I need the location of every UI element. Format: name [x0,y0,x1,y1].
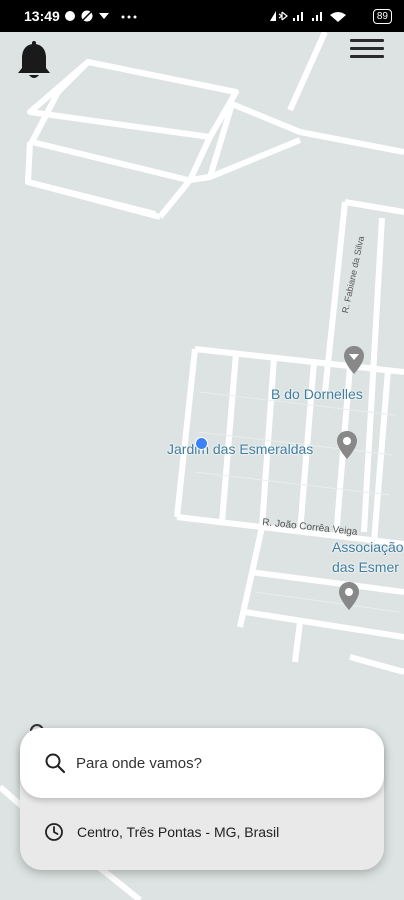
cell-signal-icon [311,18,314,21]
destination-search-input[interactable] [76,752,366,774]
status-bar: 13:49 89 [0,0,404,32]
nfc-icon [269,11,276,21]
cell-signal-icon [292,18,295,21]
clock-icon [45,823,63,841]
messenger-icon [65,11,75,21]
place-pin-icon[interactable] [336,430,358,460]
hamburger-menu-icon [350,39,384,42]
search-icon [45,753,66,774]
status-time: 13:49 [24,8,60,24]
destination-sheet: Centro, Três Pontas - MG, Brasil [20,728,384,870]
wifi-icon [329,12,346,22]
signal-app-icon [99,13,109,19]
place-pin-icon[interactable] [343,345,365,375]
current-location-dot [195,437,208,450]
map-place-label: Associação [332,539,404,555]
place-pin-icon[interactable] [338,581,360,611]
notifications-button[interactable] [14,40,54,82]
status-left-icons [65,10,137,22]
map-place-label: Jardim das Esmeraldas [167,441,314,457]
bell-icon [18,41,50,78]
recent-location-item[interactable]: Centro, Três Pontas - MG, Brasil [20,814,384,854]
search-bar[interactable] [20,728,384,798]
recent-location-label: Centro, Três Pontas - MG, Brasil [77,824,280,840]
bluetooth-icon [278,11,288,21]
map-place-label: B do Dornelles [271,386,363,402]
menu-button[interactable] [348,36,386,72]
more-icon [121,15,125,19]
map-place-label: das Esmer [332,559,399,575]
status-right-icons: 89 [268,7,392,25]
battery-indicator: 89 [372,8,392,24]
